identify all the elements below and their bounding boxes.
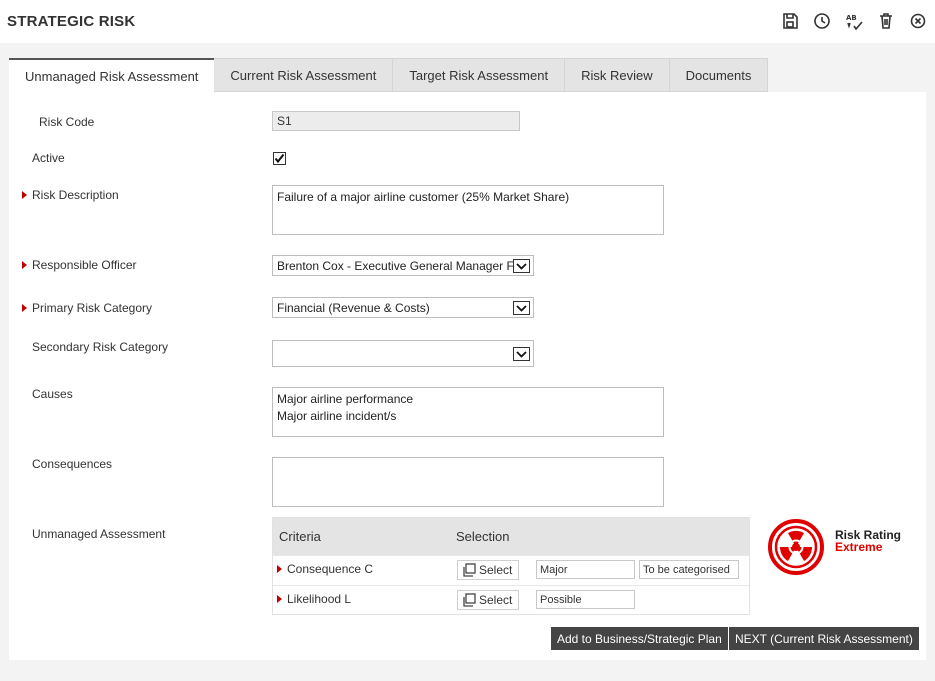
- form-panel: Risk Code S1 Active Risk Description Fai…: [9, 92, 926, 660]
- page-title: STRATEGIC RISK: [7, 13, 136, 30]
- consequences-textarea[interactable]: [272, 457, 664, 507]
- select-button-label: Select: [479, 563, 513, 577]
- top-bar: STRATEGIC RISK AB: [0, 0, 935, 43]
- copy-icon: [463, 593, 476, 607]
- secondary-category-select[interactable]: [272, 340, 534, 367]
- consequence-value-field: Major: [536, 560, 635, 579]
- table-row: Consequence C Select Major To be categor…: [273, 555, 749, 585]
- consequences-label: Consequences: [32, 457, 113, 471]
- select-consequence-button[interactable]: Select: [457, 560, 520, 580]
- chevron-down-icon[interactable]: [513, 347, 530, 361]
- risk-description-label: Risk Description: [22, 188, 119, 202]
- causes-label: Causes: [32, 387, 73, 401]
- causes-line: Major airline incident/s: [277, 409, 397, 423]
- risk-description-textarea[interactable]: Failure of a major airline customer (25%…: [272, 185, 664, 235]
- history-icon[interactable]: [809, 10, 835, 32]
- tab-risk-review[interactable]: Risk Review: [565, 58, 670, 92]
- active-label: Active: [32, 151, 65, 165]
- tab-target-risk-assessment[interactable]: Target Risk Assessment: [393, 58, 566, 92]
- secondary-category-label: Secondary Risk Category: [32, 340, 169, 354]
- toolbar: AB: [777, 10, 931, 32]
- tab-current-risk-assessment[interactable]: Current Risk Assessment: [214, 58, 394, 92]
- active-checkbox[interactable]: [273, 152, 286, 165]
- criteria-consequence: Consequence C: [276, 562, 374, 576]
- spellcheck-icon[interactable]: AB: [841, 10, 867, 32]
- unmanaged-assessment-label: Unmanaged Assessment: [32, 527, 166, 541]
- assessment-table: Criteria Selection Consequence C Select …: [272, 517, 750, 615]
- primary-category-value: Financial (Revenue & Costs): [277, 301, 430, 315]
- table-row: Likelihood L Select Possible: [273, 585, 749, 615]
- primary-category-select[interactable]: Financial (Revenue & Costs): [272, 297, 534, 318]
- select-likelihood-button[interactable]: Select: [457, 590, 520, 610]
- responsible-officer-select[interactable]: Brenton Cox - Executive General Manager …: [272, 255, 534, 276]
- causes-line: Major airline performance: [277, 392, 414, 406]
- select-button-label: Select: [479, 593, 513, 607]
- delete-icon[interactable]: [873, 10, 899, 32]
- responsible-officer-value: Brenton Cox - Executive General Manager …: [277, 259, 517, 273]
- add-to-plan-button[interactable]: Add to Business/Strategic Plan: [551, 627, 728, 650]
- assessment-header: Criteria Selection: [273, 518, 749, 555]
- criteria-column-header: Criteria: [279, 529, 321, 544]
- likelihood-value-field: Possible: [536, 590, 635, 609]
- radiation-icon: [768, 519, 824, 575]
- svg-text:AB: AB: [846, 14, 857, 22]
- tab-unmanaged-risk-assessment[interactable]: Unmanaged Risk Assessment: [9, 58, 215, 92]
- next-button[interactable]: NEXT (Current Risk Assessment): [729, 627, 919, 650]
- causes-textarea[interactable]: Major airline performance Major airline …: [272, 387, 664, 437]
- selection-column-header: Selection: [456, 529, 510, 544]
- close-icon[interactable]: [905, 10, 931, 32]
- criteria-likelihood: Likelihood L: [276, 592, 352, 606]
- consequence-category-field: To be categorised: [639, 560, 739, 579]
- copy-icon: [463, 563, 476, 577]
- chevron-down-icon[interactable]: [513, 259, 530, 273]
- chevron-down-icon[interactable]: [513, 301, 530, 315]
- tab-documents[interactable]: Documents: [669, 58, 769, 92]
- tab-bar: Unmanaged Risk Assessment Current Risk A…: [9, 58, 769, 92]
- risk-rating-value: Extreme: [835, 540, 883, 554]
- responsible-officer-label: Responsible Officer: [22, 258, 137, 272]
- risk-code-label: Risk Code: [39, 115, 95, 129]
- save-icon[interactable]: [777, 10, 803, 32]
- risk-code-field: S1: [272, 111, 520, 131]
- primary-category-label: Primary Risk Category: [21, 301, 153, 315]
